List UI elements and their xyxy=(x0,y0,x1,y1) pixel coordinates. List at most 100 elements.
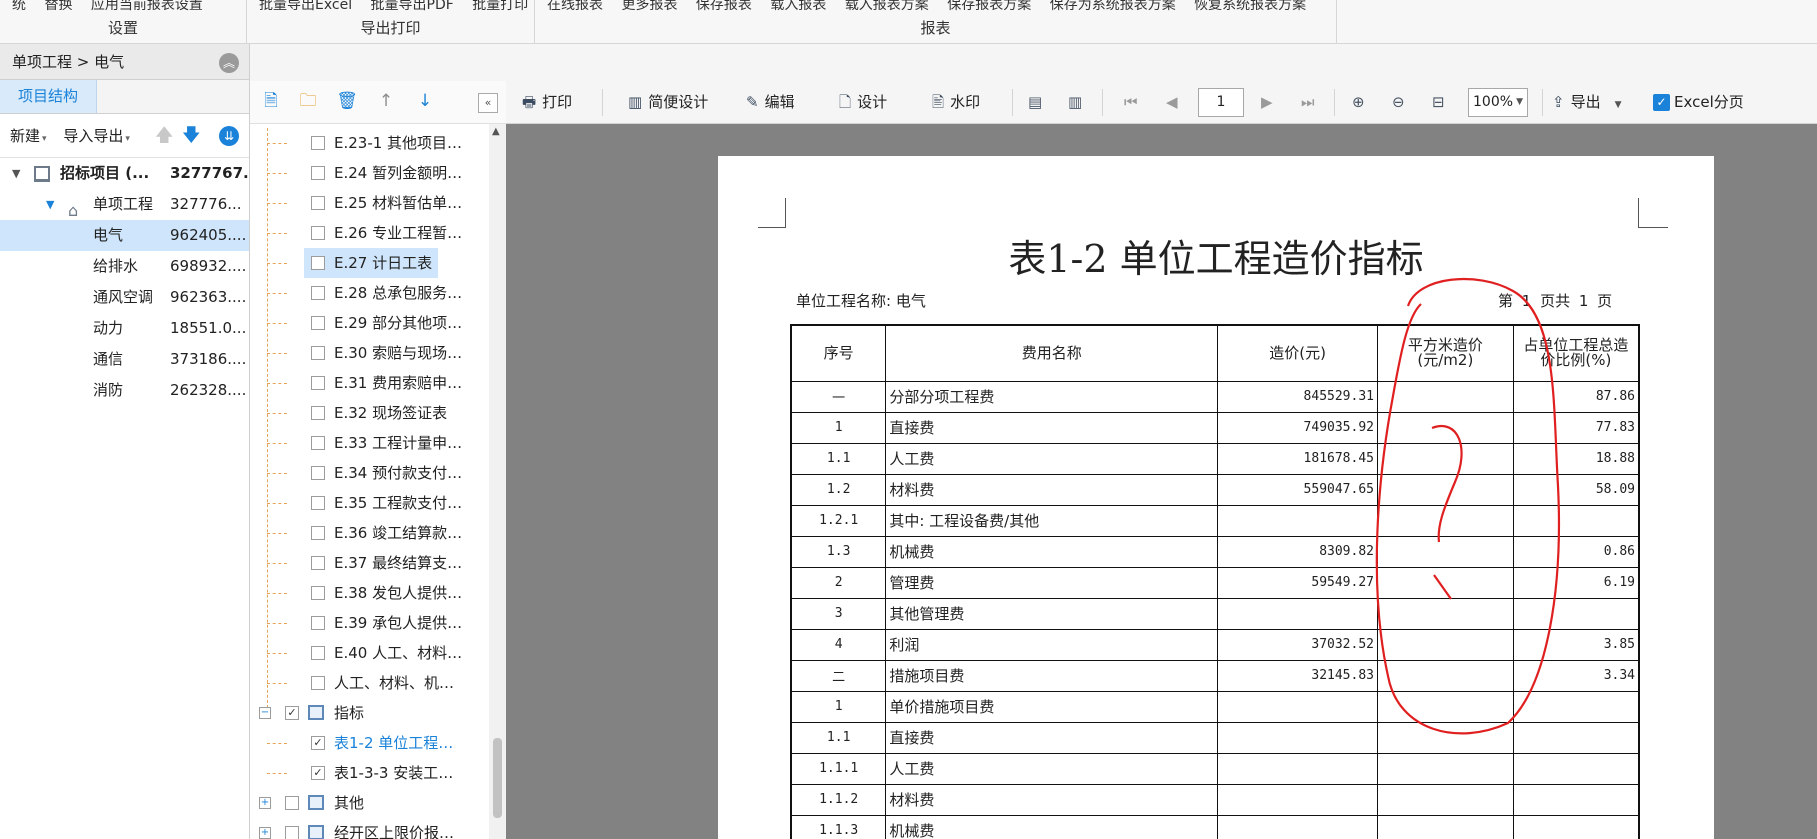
move-up-icon[interactable]: 🡅 xyxy=(155,114,174,158)
tree-row-telecom[interactable]: 通信 373186.... xyxy=(0,344,249,375)
report-tree-item[interactable]: E.39 承包人提供… xyxy=(250,608,490,638)
ribbon-item-load-report[interactable]: 载入报表 xyxy=(770,0,826,13)
report-tree-item[interactable]: E.27 计日工表 xyxy=(250,248,490,278)
page-number-input[interactable]: 1 xyxy=(1198,88,1244,117)
report-group-index[interactable]: − ✓ 指标 xyxy=(250,698,490,728)
scroll-up-icon[interactable]: ▲ xyxy=(492,126,500,137)
zoom-select[interactable]: 100% ▼ xyxy=(1468,88,1528,117)
ribbon-item-replace[interactable]: 替换 xyxy=(44,0,72,13)
delete-icon[interactable]: 🗑 xyxy=(336,90,358,112)
expand-down-icon[interactable]: ⇊ xyxy=(219,126,239,146)
last-page-icon[interactable]: ⏭ xyxy=(1301,81,1315,124)
checkbox[interactable] xyxy=(311,136,325,150)
tree-row-project[interactable]: ▼ 招标项目 (... 3277767... xyxy=(0,158,260,189)
checkbox[interactable] xyxy=(311,166,325,180)
tree-row-water[interactable]: 给排水 698932.... xyxy=(0,251,249,282)
report-tree-item[interactable]: E.28 总承包服务… xyxy=(250,278,490,308)
checkbox[interactable]: ✓ xyxy=(285,706,299,720)
export-button[interactable]: ⇪ 导出 ▼ xyxy=(1552,81,1622,124)
checkbox[interactable] xyxy=(311,286,325,300)
checkbox[interactable]: ✓ xyxy=(311,736,325,750)
checkbox[interactable] xyxy=(311,406,325,420)
expanded-triangle-icon[interactable]: ▼ xyxy=(46,189,54,220)
double-page-icon[interactable]: ▥ xyxy=(1068,81,1082,124)
checkbox[interactable] xyxy=(311,556,325,570)
report-tree-item[interactable]: E.34 预付款支付… xyxy=(250,458,490,488)
checkbox[interactable] xyxy=(311,466,325,480)
checkbox[interactable] xyxy=(285,826,299,839)
zoom-in-icon[interactable]: ⊕ xyxy=(1352,81,1365,124)
report-tree-item[interactable]: E.33 工程计量申… xyxy=(250,428,490,458)
checkbox[interactable] xyxy=(285,796,299,810)
report-tree-item[interactable]: E.24 暂列金额明… xyxy=(250,158,490,188)
collapse-up-icon[interactable]: ︽ xyxy=(219,53,239,73)
ribbon-item-save-system-scheme[interactable]: 保存为系统报表方案 xyxy=(1050,0,1176,13)
report-tree-item[interactable]: 人工、材料、机… xyxy=(250,668,490,698)
expanded-triangle-icon[interactable]: ▼ xyxy=(12,158,20,189)
move-up-icon[interactable]: ↑ xyxy=(375,90,397,112)
report-tree-item[interactable]: E.32 现场签证表 xyxy=(250,398,490,428)
checkbox[interactable] xyxy=(311,526,325,540)
ribbon-item-save-report[interactable]: 保存报表 xyxy=(696,0,752,13)
checkbox[interactable] xyxy=(311,616,325,630)
ribbon-item-load-scheme[interactable]: 载入报表方案 xyxy=(845,0,929,13)
tree-row-electric[interactable]: 电气 962405.... xyxy=(0,220,249,251)
tree-row-single-project[interactable]: ▼ ⌂ 单项工程 327776... xyxy=(0,189,249,220)
move-down-icon[interactable]: 🡇 xyxy=(182,114,201,158)
ribbon-item-restore-system-scheme[interactable]: 恢复系统报表方案 xyxy=(1194,0,1306,13)
collapse-left-icon[interactable]: « xyxy=(478,93,498,113)
new-dropdown[interactable]: 新建 ▾ xyxy=(10,114,47,161)
checkbox[interactable] xyxy=(311,436,325,450)
move-down-icon[interactable]: ↓ xyxy=(414,90,436,112)
tree-row-hvac[interactable]: 通风空调 962363.... xyxy=(0,282,249,313)
tree-row-fire[interactable]: 消防 262328.... xyxy=(0,375,249,406)
first-page-icon[interactable]: ⏮ xyxy=(1124,81,1138,124)
checkbox[interactable] xyxy=(311,256,325,270)
scrollbar-thumb[interactable] xyxy=(493,738,502,818)
checkbox[interactable] xyxy=(311,316,325,330)
design-button[interactable]: 🗋 设计 xyxy=(839,81,887,124)
report-tree-item[interactable]: E.30 索赔与现场… xyxy=(250,338,490,368)
new-folder-icon[interactable]: 🗀 xyxy=(297,90,319,112)
report-tree-item[interactable]: E.35 工程款支付… xyxy=(250,488,490,518)
checkbox[interactable] xyxy=(311,586,325,600)
ribbon-item-system[interactable]: 统 xyxy=(12,0,26,13)
ribbon-item-online-report[interactable]: 在线报表 xyxy=(547,0,603,13)
checkbox[interactable] xyxy=(311,376,325,390)
simple-design-button[interactable]: ▥ 简便设计 xyxy=(628,81,708,124)
report-tree-item[interactable]: ✓ 表1-2 单位工程… xyxy=(250,728,490,758)
next-page-icon[interactable]: ▶ xyxy=(1261,81,1273,124)
ribbon-item-batch-excel[interactable]: 批量导出Excel xyxy=(259,0,352,13)
report-preview[interactable]: 表1-2 单位工程造价指标 单位工程名称: 电气 第 1 页共 1 页 序号 费用… xyxy=(506,124,1817,839)
checkbox[interactable] xyxy=(311,496,325,510)
report-tree-item[interactable]: E.36 竣工结算款… xyxy=(250,518,490,548)
checkbox[interactable] xyxy=(311,346,325,360)
collapse-icon[interactable]: − xyxy=(259,707,271,719)
checkbox[interactable] xyxy=(311,676,325,690)
report-tree-item[interactable]: E.38 发包人提供… xyxy=(250,578,490,608)
checkbox[interactable]: ✓ xyxy=(311,766,325,780)
ribbon-item-more-reports[interactable]: 更多报表 xyxy=(621,0,677,13)
tree-row-power[interactable]: 动力 18551.0... xyxy=(0,313,249,344)
new-report-icon[interactable]: 🗎 xyxy=(260,90,282,112)
ribbon-item-apply-settings[interactable]: 应用当前报表设置 xyxy=(91,0,203,13)
previous-page-icon[interactable]: ◀ xyxy=(1166,81,1178,124)
zoom-out-icon[interactable]: ⊖ xyxy=(1392,81,1405,124)
import-export-dropdown[interactable]: 导入导出 ▾ xyxy=(63,114,130,161)
report-tree-item[interactable]: E.23-1 其他项目… xyxy=(250,128,490,158)
print-button[interactable]: 🖶 打印 xyxy=(522,81,572,124)
edit-button[interactable]: ✎ 编辑 xyxy=(746,81,795,124)
single-page-icon[interactable]: ▤ xyxy=(1028,81,1042,124)
expand-icon[interactable]: + xyxy=(259,797,271,809)
report-tree-item[interactable]: E.26 专业工程暂… xyxy=(250,218,490,248)
expand-icon[interactable]: + xyxy=(259,827,271,839)
report-tree-scrollbar[interactable]: ▲ xyxy=(489,124,506,839)
ribbon-item-batch-pdf[interactable]: 批量导出PDF xyxy=(371,0,454,13)
caret-down-icon[interactable]: ▼ xyxy=(1615,100,1622,110)
excel-paging-checkbox[interactable]: ✓ xyxy=(1653,94,1670,111)
ribbon-item-batch-print[interactable]: 批量打印 xyxy=(472,0,528,13)
watermark-button[interactable]: 🖹 水印 xyxy=(932,81,980,124)
report-tree-item[interactable]: E.25 材料暂估单… xyxy=(250,188,490,218)
report-tree-item[interactable]: E.29 部分其他项… xyxy=(250,308,490,338)
report-tree-item[interactable]: ✓ 表1-3-3 安装工… xyxy=(250,758,490,788)
